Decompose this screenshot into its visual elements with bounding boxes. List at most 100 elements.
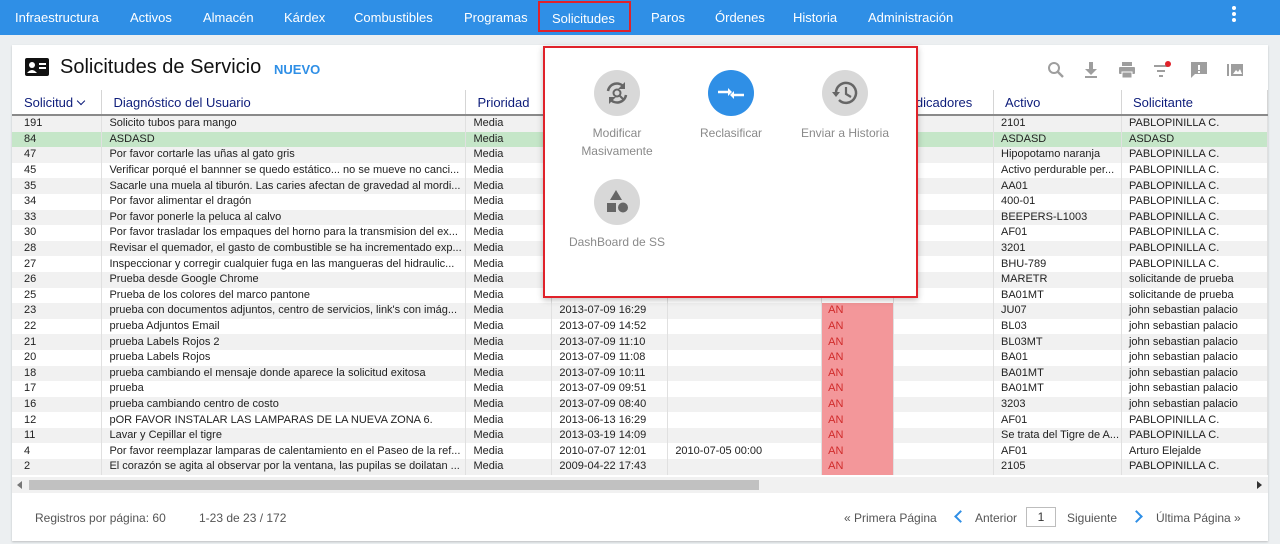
first-page-link[interactable]: « Primera Página (844, 511, 937, 525)
cell-activo: BL03MT (993, 334, 1122, 350)
cell-fecha: 2013-07-09 09:51 (551, 381, 669, 397)
nav-almacen[interactable]: Almacén (203, 0, 254, 35)
table-row[interactable]: 23 prueba con documentos adjuntos, centro… (12, 303, 1268, 319)
table-row[interactable]: 21 prueba Labels Rojos 2 Media 2013-07-09 1… (12, 334, 1268, 350)
cell-solicitante: john sebastian palacio (1121, 318, 1268, 335)
cell-prioridad: Media (465, 287, 553, 304)
table-row[interactable]: 2 El corazón se agita al observar por la … (12, 459, 1268, 475)
cell-fecha: 2013-07-09 14:52 (551, 318, 669, 335)
column-header-activo[interactable]: Activo (993, 90, 1122, 116)
table-row[interactable]: 18 prueba cambiando el mensaje donde apar… (12, 365, 1268, 382)
next-page-link[interactable]: Siguiente (1067, 511, 1117, 525)
cell-indicadores (893, 412, 994, 428)
scrollbar-thumb[interactable] (29, 480, 759, 490)
cell-activo: BL03 (993, 318, 1122, 335)
cell-prioridad: Media (465, 349, 553, 366)
nav-combustibles[interactable]: Combustibles (354, 0, 433, 35)
cell-fecha-2 (667, 334, 823, 350)
swap-arrows-icon (708, 70, 754, 116)
cell-prioridad: Media (465, 209, 553, 226)
cell-solicitante: solicitande de prueba (1121, 271, 1268, 288)
filter-icon[interactable] (1152, 60, 1172, 80)
cell-diagnostico: Por favor ponerle la peluca al calvo (101, 209, 467, 226)
column-header-solicitud[interactable]: Solicitud (12, 90, 103, 116)
table-row[interactable]: 16 prueba cambiando centro de costo Media 2… (12, 396, 1268, 413)
cell-prioridad: Media (465, 147, 553, 163)
nav-kardex[interactable]: Kárdex (284, 0, 325, 35)
cell-prioridad: Media (465, 115, 553, 132)
cell-solicitud: 16 (12, 396, 103, 413)
menu-item-enviar-a-historia[interactable]: Enviar a Historia (785, 70, 905, 142)
more-options-icon[interactable] (1228, 5, 1240, 25)
cell-fecha-2 (667, 396, 823, 413)
cell-solicitante: Arturo Elejalde (1121, 443, 1268, 460)
cell-solicitante: PABLOPINILLA C. (1121, 240, 1268, 257)
column-header-prioridad[interactable]: Prioridad (465, 90, 553, 116)
cell-solicitud: 23 (12, 303, 103, 319)
records-per-page[interactable]: Registros por página: 60 (35, 511, 166, 525)
last-page-link[interactable]: Última Página » (1156, 511, 1241, 525)
nav-activos[interactable]: Activos (130, 0, 172, 35)
page-number-input[interactable] (1026, 507, 1056, 527)
feedback-icon[interactable] (1189, 60, 1209, 80)
nav-infraestructura[interactable]: Infraestructura (15, 0, 99, 35)
cell-diagnostico: prueba cambiando el mensaje donde aparec… (101, 365, 467, 382)
cell-indicadores (893, 443, 994, 460)
scroll-left-arrow-icon[interactable] (17, 481, 22, 489)
refresh-search-icon (594, 70, 640, 116)
column-header-solicitante[interactable]: Solicitante (1121, 90, 1268, 116)
column-header-diagnostico[interactable]: Diagnóstico del Usuario (101, 90, 467, 116)
cell-solicitante: PABLOPINILLA C. (1121, 193, 1268, 210)
nav-solicitudes[interactable]: Solicitudes (538, 1, 631, 32)
table-row[interactable]: 22 prueba Adjuntos Email Media 2013-07-09 1… (12, 318, 1268, 335)
cell-diagnostico: Prueba desde Google Chrome (101, 271, 467, 288)
cell-diagnostico: Sacarle una muela al tiburón. Las caries… (101, 178, 467, 194)
cell-solicitante: john sebastian palacio (1121, 303, 1268, 319)
previous-page-link[interactable]: Anterior (975, 511, 1017, 525)
cell-estado: AN (821, 365, 895, 382)
cell-solicitud: 25 (12, 287, 103, 304)
cell-solicitante: john sebastian palacio (1121, 365, 1268, 382)
cell-solicitante: PABLOPINILLA C. (1121, 256, 1268, 272)
cell-prioridad: Media (465, 365, 553, 382)
cell-activo: MARETR (993, 271, 1122, 288)
table-row[interactable]: 11 Lavar y Cepillar el tigre Media 2013-03-… (12, 427, 1268, 444)
table-row[interactable]: 12 pOR FAVOR INSTALAR LAS LAMPARAS DE LA … (12, 412, 1268, 428)
cell-fecha: 2013-07-09 10:11 (551, 365, 669, 382)
cell-fecha: 2013-06-13 16:29 (551, 412, 669, 428)
table-row[interactable]: 4 Por favor reemplazar lamparas de calent… (12, 443, 1268, 460)
cell-prioridad: Media (465, 193, 553, 210)
menu-item-dashboard-de-ss[interactable]: DashBoard de SS (557, 179, 677, 251)
cell-diagnostico: prueba Adjuntos Email (101, 318, 467, 335)
scroll-right-arrow-icon[interactable] (1257, 481, 1262, 489)
nav-historia[interactable]: Historia (793, 0, 837, 35)
horizontal-scrollbar[interactable] (12, 477, 1268, 493)
cell-fecha: 2013-03-19 14:09 (551, 427, 669, 444)
table-row[interactable]: 17 prueba Media 2013-07-09 09:51 AN BA01MT joh… (12, 381, 1268, 397)
cell-solicitud: 28 (12, 240, 103, 257)
nav-paros[interactable]: Paros (651, 0, 685, 35)
nav-administracion[interactable]: Administración (868, 0, 953, 35)
cell-diagnostico: Prueba de los colores del marco pantone (101, 287, 467, 304)
nav-programas[interactable]: Programas (464, 0, 528, 35)
cell-activo: Activo perdurable per... (993, 162, 1122, 179)
cell-diagnostico: prueba Labels Rojos (101, 349, 467, 366)
cell-prioridad: Media (465, 443, 553, 460)
cell-diagnostico: prueba (101, 381, 467, 397)
cell-activo: 3203 (993, 396, 1122, 413)
menu-item-modificar-masivamente[interactable]: Modificar Masivamente (557, 70, 677, 160)
cell-diagnostico: prueba con documentos adjuntos, centro d… (101, 303, 467, 319)
menu-item-label: Reclasificar (699, 126, 762, 140)
cell-solicitud: 11 (12, 427, 103, 444)
table-row[interactable]: 20 prueba Labels Rojos Media 2013-07-09 11:… (12, 349, 1268, 366)
cell-solicitante: PABLOPINILLA C. (1121, 209, 1268, 226)
download-icon[interactable] (1081, 60, 1101, 80)
new-button[interactable]: NUEVO (274, 62, 320, 77)
menu-item-reclasificar[interactable]: Reclasificar (671, 70, 791, 142)
cell-activo: AF01 (993, 412, 1122, 428)
print-icon[interactable] (1117, 60, 1137, 80)
gallery-icon[interactable] (1225, 60, 1245, 80)
cell-diagnostico: Solicito tubos para mango (101, 115, 467, 132)
nav-ordenes[interactable]: Órdenes (715, 0, 765, 35)
search-icon[interactable] (1046, 60, 1066, 80)
